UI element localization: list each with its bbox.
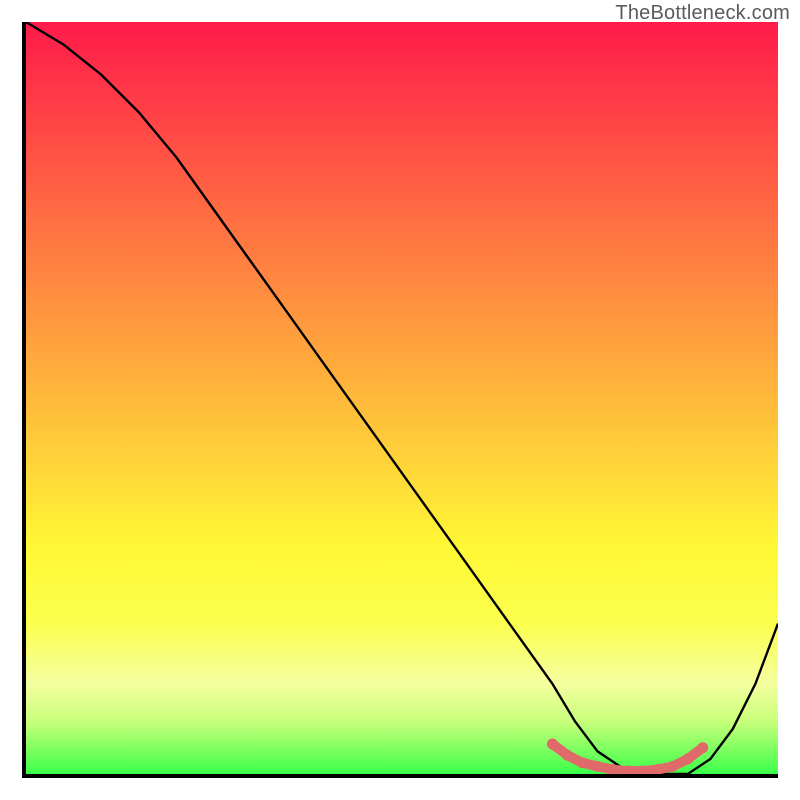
valley-dot [683,754,693,764]
valley-dot [668,761,678,771]
valley-dot [547,739,557,749]
valley-dot [638,766,648,774]
valley-dot [653,765,663,774]
bottleneck-curve-path [26,22,778,774]
plot-area [22,22,778,778]
curve-layer [26,22,778,774]
chart-container: TheBottleneck.com [0,0,800,800]
valley-dot [623,766,633,774]
valley-marker-group [547,739,707,774]
valley-dot [593,761,603,771]
valley-dot [698,743,708,753]
valley-dot [577,758,587,768]
valley-dot [608,765,618,774]
valley-dot [562,750,572,760]
